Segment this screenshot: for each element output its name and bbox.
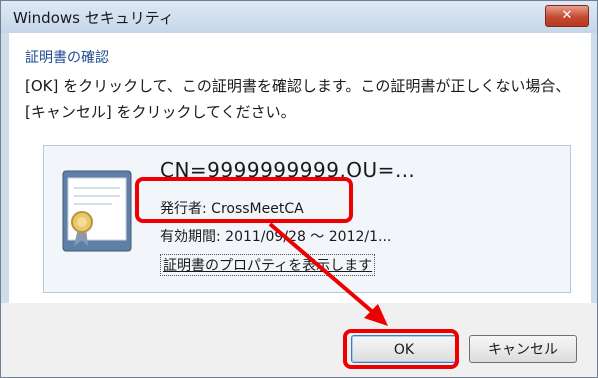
ok-button-highlight xyxy=(343,329,459,369)
close-icon: ✕ xyxy=(561,8,573,23)
button-bar: OK キャンセル xyxy=(1,303,597,377)
close-button[interactable]: ✕ xyxy=(545,5,589,27)
certificate-properties-link[interactable]: 証明書のプロパティを表示します xyxy=(160,254,376,276)
cancel-button[interactable]: キャンセル xyxy=(469,335,577,363)
dialog-heading: 証明書の確認 xyxy=(25,50,109,66)
dialog-content: 証明書の確認 [OK] をクリックして、この証明書を確認します。この証明書が正し… xyxy=(9,33,591,303)
dialog-message: [OK] をクリックして、この証明書を確認します。この証明書が正しくない場合、[… xyxy=(25,77,571,121)
certificate-icon xyxy=(62,170,132,252)
certificate-validity: 有効期間: 2011/09/28 ～ 2012/1... xyxy=(160,229,392,245)
certificate-name-highlight xyxy=(135,177,353,223)
title-bar: Windows セキュリティ ✕ xyxy=(1,1,597,33)
window-title: Windows セキュリティ xyxy=(13,9,174,27)
